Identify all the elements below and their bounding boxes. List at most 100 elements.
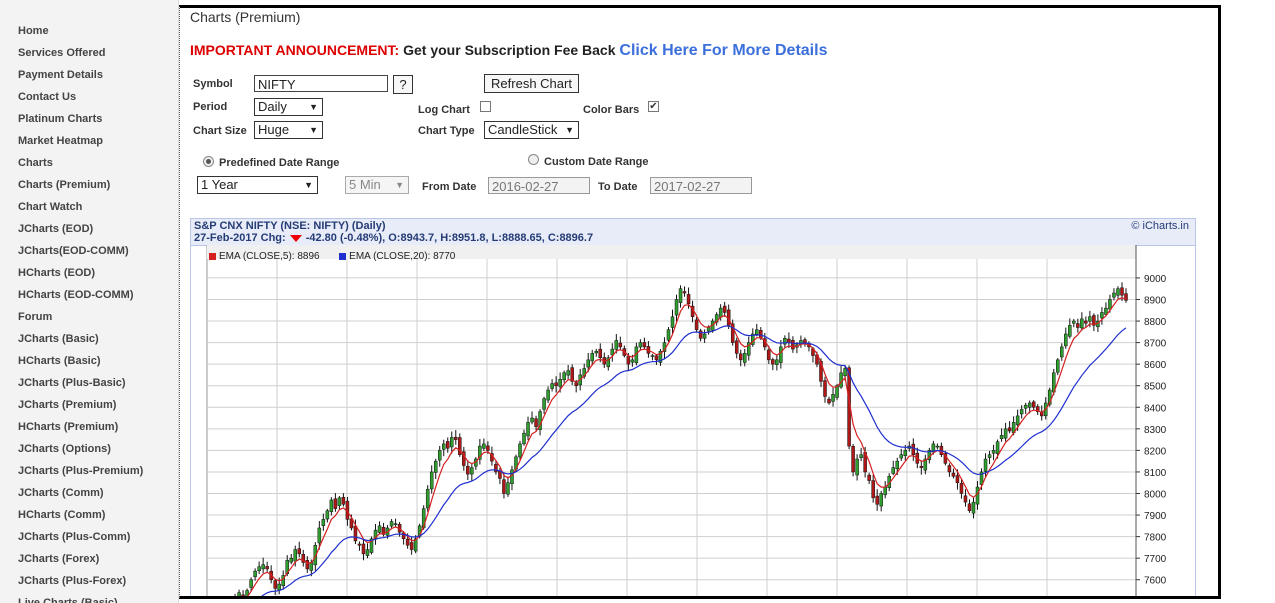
candle-body [534,418,538,427]
sidebar-item[interactable]: JCharts (EOD) [18,218,178,240]
sidebar-item[interactable]: Market Heatmap [18,130,178,152]
candle-body [674,299,679,316]
sidebar-item[interactable]: HCharts (Comm) [18,504,178,526]
candle-body [686,294,691,305]
sidebar: Home Services Offered Payment Details Conta… [0,0,179,603]
ema20-label: EMA (CLOSE,20): 8770 [349,251,456,262]
sidebar-item[interactable]: JCharts (Forex) [18,548,178,570]
sidebar-item[interactable]: HCharts (EOD) [18,262,178,284]
candle-body [546,389,550,401]
sidebar-item[interactable]: Payment Details [18,64,178,86]
sidebar-item[interactable]: Home [18,20,178,42]
candle-body [562,372,566,381]
sidebar-item[interactable]: JCharts (Options) [18,438,178,460]
candle-body [614,340,619,350]
sidebar-item[interactable]: HCharts (Basic) [18,350,178,372]
chart-size-select[interactable]: Huge ▼ [254,121,323,139]
candle-body [506,482,510,495]
candle-body [831,394,835,402]
sidebar-item[interactable]: Forum [18,306,178,328]
candle-body [297,548,302,555]
candle-body [305,560,310,570]
from-date-label: From Date [422,181,477,193]
sidebar-item[interactable]: JCharts (Plus-Forex) [18,570,178,592]
sidebar-item[interactable]: JCharts (Plus-Premium) [18,460,178,482]
sidebar-item[interactable]: JCharts (Basic) [18,328,178,350]
candle-body [650,355,655,357]
candle-body [891,467,895,474]
candle-body [253,570,257,578]
candle-body [987,454,992,458]
sidebar-item[interactable]: JCharts (Comm) [18,482,178,504]
candle-body [779,346,783,363]
candle-body [425,488,430,509]
chart-type-select[interactable]: CandleStick ▼ [484,121,579,139]
candle-body [1007,427,1012,432]
custom-range-radio[interactable] [528,154,539,165]
chart-header: S&P CNX NIFTY (NSE: NIFTY) (Daily) 27-Fe… [191,219,1195,246]
sidebar-item[interactable]: Chart Watch [18,196,178,218]
candle-body [1056,359,1060,373]
interval-select[interactable]: 5 Min ▼ [345,176,409,194]
interval-value: 5 Min [349,177,381,192]
candle-body [261,564,265,570]
candle-body [843,368,847,377]
candle-body [999,435,1004,439]
symbol-label: Symbol [193,78,233,90]
candle-body [446,441,450,449]
sidebar-item[interactable]: Live Charts (Basic) [18,592,178,603]
y-tick-label: 7800 [1144,533,1167,544]
sidebar-item[interactable]: JCharts (Plus-Basic) [18,372,178,394]
period-select[interactable]: Daily ▼ [254,98,323,116]
ema20-swatch [339,252,347,260]
candle-body [734,340,739,354]
y-tick-label: 7700 [1144,554,1167,565]
color-bars-checkbox[interactable]: ✔ [648,101,659,112]
chevron-down-icon: ▼ [309,102,318,112]
candle-body [598,348,603,358]
chevron-down-icon: ▼ [309,125,318,135]
candle-body [678,288,683,303]
y-tick-label: 8500 [1144,382,1167,393]
more-details-link[interactable]: Click Here For More Details [619,42,827,59]
candle-body [558,379,562,387]
candle-body [759,330,763,339]
to-date-input[interactable]: 2017-02-27 [650,177,752,194]
sidebar-item[interactable]: Contact Us [18,86,178,108]
symbol-help-button[interactable]: ? [393,75,413,94]
log-chart-checkbox[interactable] [480,101,491,112]
date-range-select[interactable]: 1 Year ▼ [197,176,318,194]
candle-body [718,307,723,318]
candle-body [991,450,996,454]
candle-body [839,372,843,388]
sidebar-item[interactable]: Services Offered [18,42,178,64]
y-tick-label: 8700 [1144,339,1167,350]
sidebar-item[interactable]: HCharts (Premium) [18,416,178,438]
y-tick-label: 8800 [1144,317,1167,328]
predefined-range-radio[interactable] [203,156,214,167]
sidebar-item[interactable]: Platinum Charts [18,108,178,130]
sidebar-item[interactable]: Charts [18,152,178,174]
candle-body [337,497,342,506]
symbol-input[interactable]: NIFTY [254,75,388,92]
sidebar-item[interactable]: Charts (Premium) [18,174,178,196]
sidebar-item[interactable]: JCharts (Premium) [18,394,178,416]
sidebar-item[interactable]: HCharts (EOD-COMM) [18,284,178,306]
candle-body [803,339,807,343]
sidebar-item[interactable]: JCharts (Plus-Comm) [18,526,178,548]
refresh-chart-button[interactable]: Refresh Chart [484,74,579,93]
candle-body [1031,401,1036,408]
candle-body [518,443,522,458]
candle-body [1088,316,1092,322]
sidebar-item[interactable]: JCharts(EOD-COMM) [18,240,178,262]
candle-body [771,359,775,365]
candle-body [237,592,241,596]
candle-body [959,483,964,494]
candle-body [682,291,687,294]
from-date-input[interactable]: 2016-02-27 [488,177,590,194]
candle-body [498,470,502,479]
price-chart[interactable]: 7500 7600 7700 7800 7900 8000 8100 8200 8300 8400… [191,245,1196,599]
candle-body [975,486,980,505]
chart-legend: EMA (CLOSE,5): 8896 EMA (CLOSE,20): 8770 [209,251,455,262]
candle-body [855,458,859,476]
